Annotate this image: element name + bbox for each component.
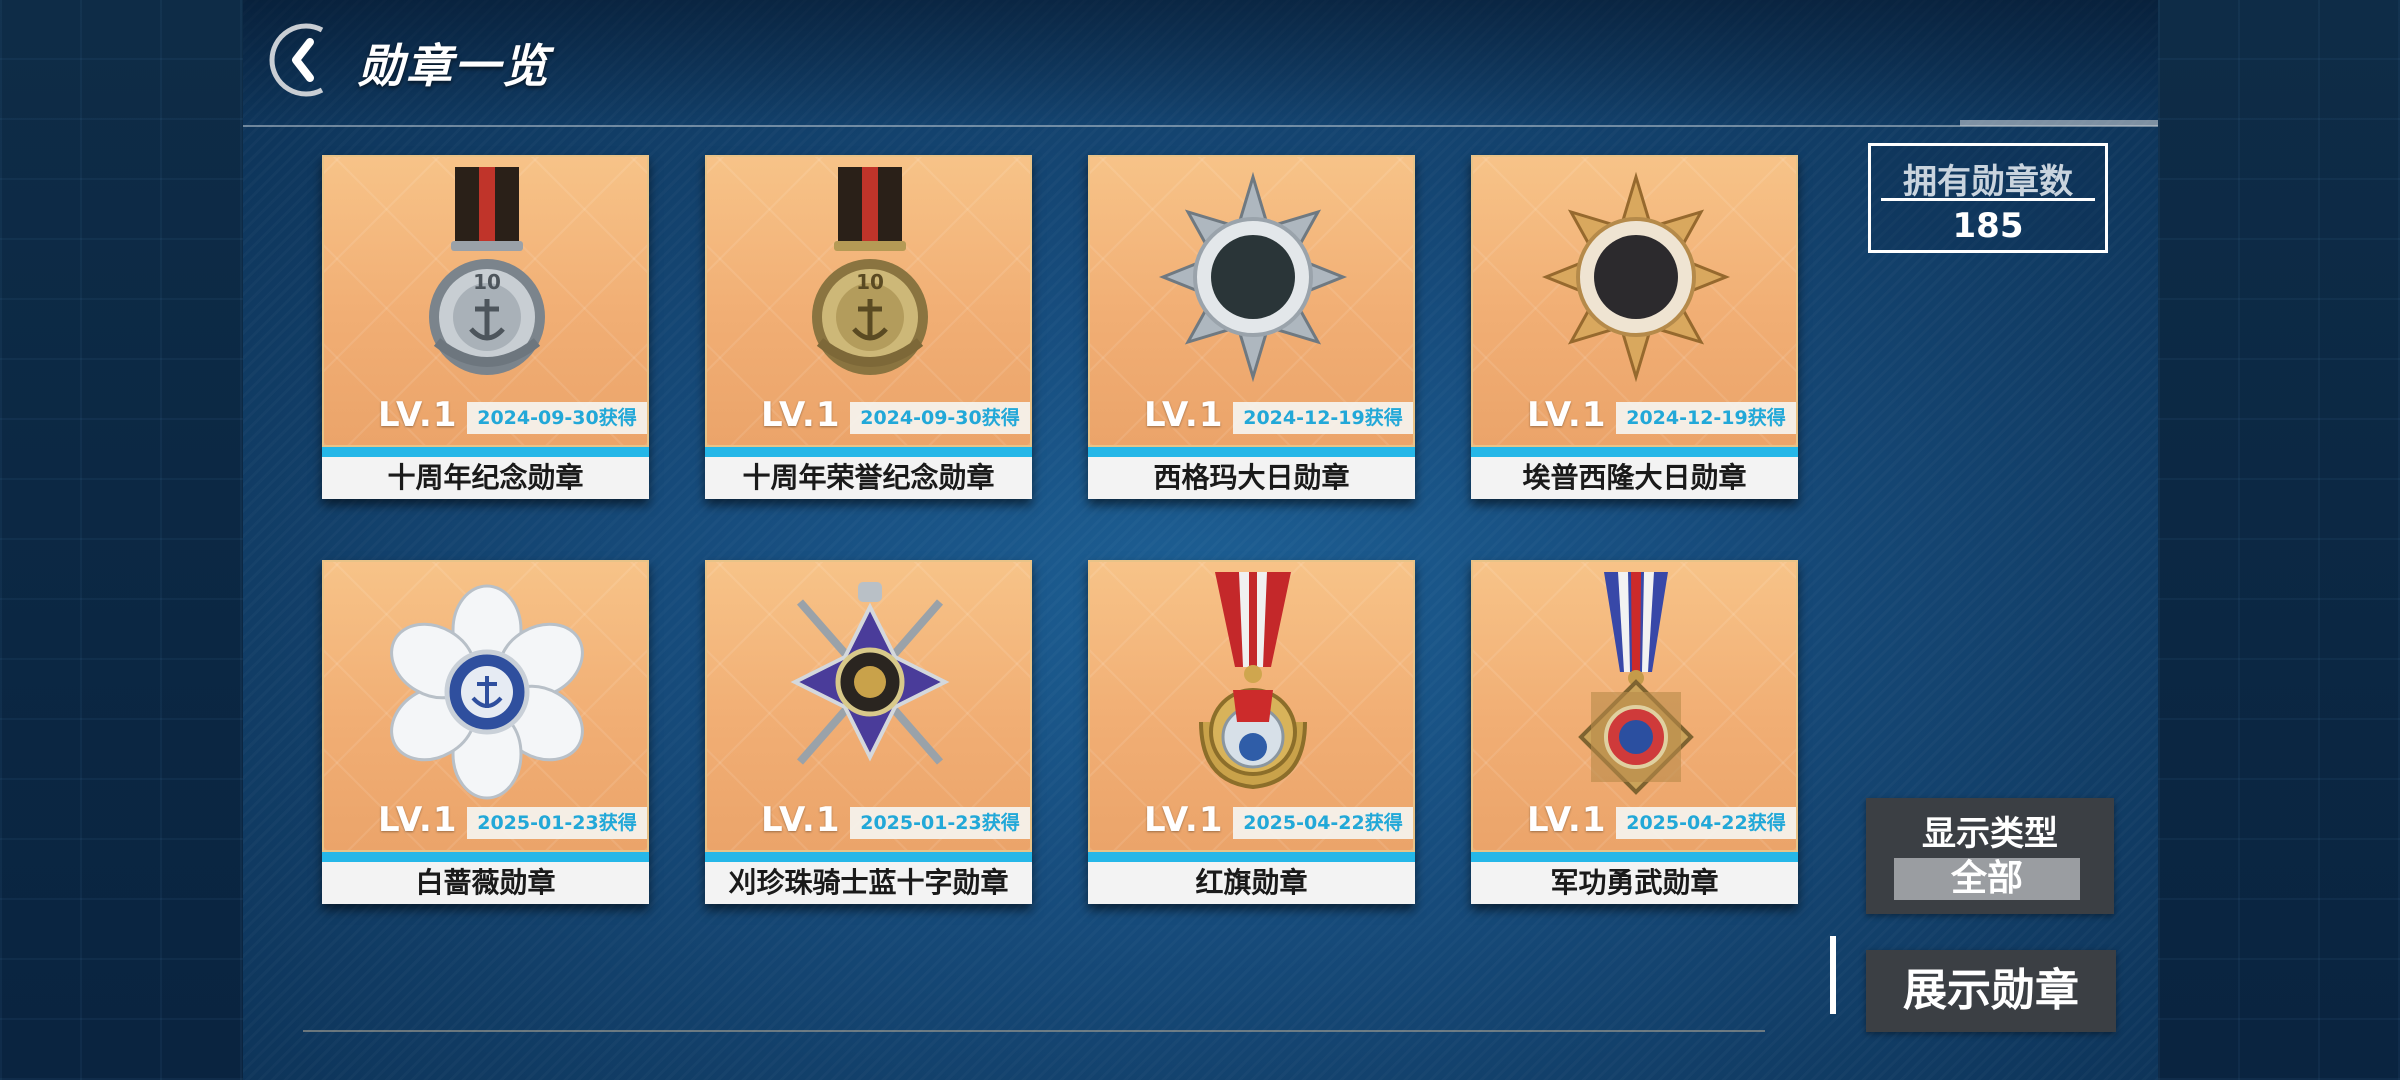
medal-date: 2025-01-23获得 xyxy=(850,807,1030,839)
medal-accent-bar xyxy=(1471,447,1798,457)
svg-text:10: 10 xyxy=(473,270,501,294)
medal-accent-bar xyxy=(322,852,649,862)
medal-date: 2024-09-30获得 xyxy=(850,402,1030,434)
medal-name: 西格玛大日勋章 xyxy=(1088,457,1415,499)
medal-art: LV.1 2025-01-23获得 xyxy=(322,560,649,852)
medal-name: 军功勇武勋章 xyxy=(1471,862,1798,904)
medal-date: 2024-12-19获得 xyxy=(1616,402,1796,434)
grid-bottom-divider xyxy=(303,1030,1765,1032)
showcase-medal-button[interactable]: 展示勋章 xyxy=(1866,950,2116,1032)
header-divider-accent xyxy=(1960,120,2158,126)
medal-card[interactable]: 10 LV.1 2024-09-30获得 十周年纪念勋章 xyxy=(322,155,649,499)
medal-art: 10 LV.1 2024-09-30获得 xyxy=(705,155,1032,447)
medal-card[interactable]: LV.1 2024-12-19获得 西格玛大日勋章 xyxy=(1088,155,1415,499)
medal-card[interactable]: LV.1 2025-04-22获得 红旗勋章 xyxy=(1088,560,1415,904)
medal-card[interactable]: 10 LV.1 2024-09-30获得 十周年荣誉纪念勋章 xyxy=(705,155,1032,499)
medal-art: 10 LV.1 2024-09-30获得 xyxy=(322,155,649,447)
medal-art: LV.1 2024-12-19获得 xyxy=(1088,155,1415,447)
medal-count-divider xyxy=(1881,198,2095,201)
medal-card[interactable]: LV.1 2025-01-23获得 刈珍珠骑士蓝十字勋章 xyxy=(705,560,1032,904)
medal-name: 十周年纪念勋章 xyxy=(322,457,649,499)
medal-accent-bar xyxy=(322,447,649,457)
medal-count-box: 拥有勋章数 185 xyxy=(1868,143,2108,253)
anniversary-medal-gold-icon: 10 xyxy=(812,167,928,375)
epsilon-star-medal-icon xyxy=(1541,171,1731,383)
medal-card[interactable]: LV.1 2025-01-23获得 白蔷薇勋章 xyxy=(322,560,649,904)
medal-name: 白蔷薇勋章 xyxy=(322,862,649,904)
medal-name: 刈珍珠骑士蓝十字勋章 xyxy=(705,862,1032,904)
medal-name: 埃普西隆大日勋章 xyxy=(1471,457,1798,499)
medal-level: LV.1 xyxy=(378,395,458,435)
medal-name: 十周年荣誉纪念勋章 xyxy=(705,457,1032,499)
display-type-filter-button[interactable]: 显示类型 全部 xyxy=(1866,798,2114,914)
medal-name: 红旗勋章 xyxy=(1088,862,1415,904)
medal-date: 2024-12-19获得 xyxy=(1233,402,1413,434)
military-valor-medal-icon xyxy=(1578,572,1694,795)
back-arrow-icon xyxy=(269,23,324,97)
medal-level: LV.1 xyxy=(1527,395,1607,435)
header-divider xyxy=(243,125,2158,127)
display-type-label: 显示类型 xyxy=(1922,814,2058,854)
showcase-divider xyxy=(1830,936,1836,1014)
page-title: 勋章一览 xyxy=(358,39,550,93)
medal-level: LV.1 xyxy=(1144,800,1224,840)
medal-count-label: 拥有勋章数 xyxy=(1903,162,2073,202)
medal-card[interactable]: LV.1 2024-12-19获得 埃普西隆大日勋章 xyxy=(1471,155,1798,499)
medal-art: LV.1 2025-04-22获得 xyxy=(1471,560,1798,852)
red-banner-medal-icon xyxy=(1199,572,1307,790)
medal-accent-bar xyxy=(705,447,1032,457)
medal-accent-bar xyxy=(1088,447,1415,457)
medal-level: LV.1 xyxy=(761,395,841,435)
medal-art: LV.1 2025-04-22获得 xyxy=(1088,560,1415,852)
medal-date: 2024-09-30获得 xyxy=(467,402,647,434)
medal-level: LV.1 xyxy=(378,800,458,840)
medal-art: LV.1 2025-01-23获得 xyxy=(705,560,1032,852)
medal-accent-bar xyxy=(1471,852,1798,862)
medal-count-value: 185 xyxy=(1952,206,2024,246)
medal-accent-bar xyxy=(1088,852,1415,862)
svg-text:10: 10 xyxy=(856,270,884,294)
blue-cross-medal-icon xyxy=(790,582,950,765)
anniversary-medal-silver-icon: 10 xyxy=(429,167,545,375)
medal-card[interactable]: LV.1 2025-04-22获得 军功勇武勋章 xyxy=(1471,560,1798,904)
back-button[interactable] xyxy=(262,22,346,98)
medal-date: 2025-04-22获得 xyxy=(1233,807,1413,839)
sigma-star-medal-icon xyxy=(1158,171,1348,383)
medal-accent-bar xyxy=(705,852,1032,862)
medal-art: LV.1 2024-12-19获得 xyxy=(1471,155,1798,447)
medal-level: LV.1 xyxy=(1527,800,1607,840)
white-rose-medal-icon xyxy=(390,584,584,800)
left-background-panel xyxy=(0,0,243,1080)
medal-date: 2025-04-22获得 xyxy=(1616,807,1796,839)
medal-level: LV.1 xyxy=(1144,395,1224,435)
display-type-value: 全部 xyxy=(1894,858,2080,900)
right-background-panel xyxy=(2158,0,2400,1080)
medal-date: 2025-01-23获得 xyxy=(467,807,647,839)
medal-level: LV.1 xyxy=(761,800,841,840)
